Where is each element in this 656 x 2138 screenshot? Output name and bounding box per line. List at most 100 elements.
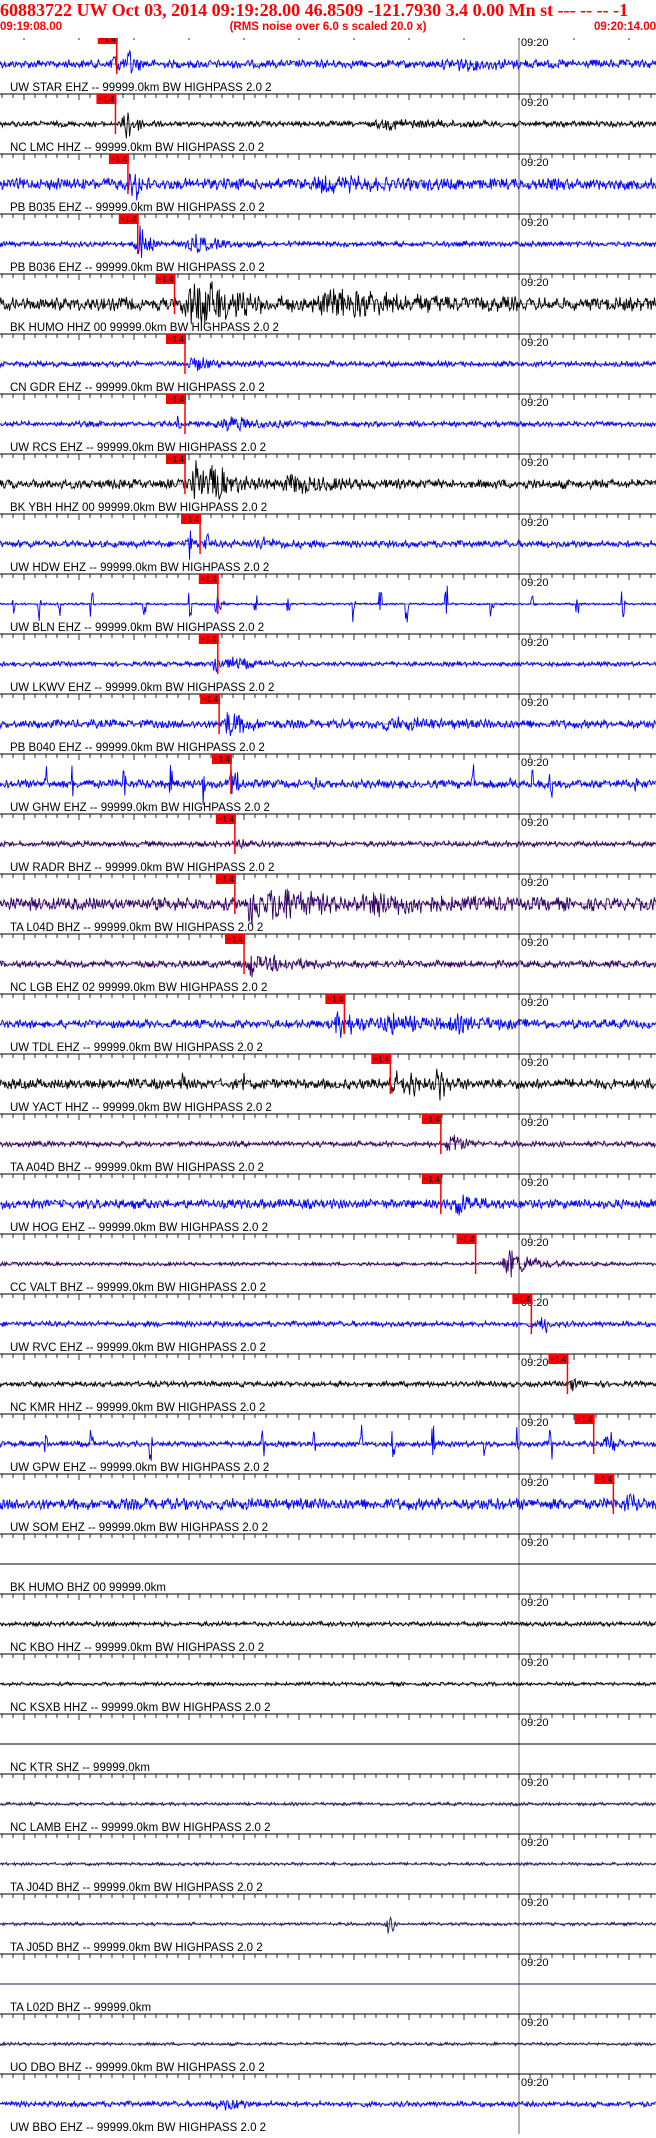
pick-label: ~1.4 xyxy=(577,1415,593,1424)
trace: 09:20 TA J04D BHZ -- 99999.0km BW HIGHPAS… xyxy=(0,1833,656,1894)
trace: 09:20 ~1.4 UW SOM EHZ -- 99999.0km BW HIGH… xyxy=(0,1473,656,1534)
tick-label: 09:20 xyxy=(521,1777,549,1789)
trace: 09:20 ~1.4 TA L04D BHZ -- 99999.0km BW HIG… xyxy=(0,873,656,934)
tick-label: 09:20 xyxy=(521,157,549,169)
waveform xyxy=(0,585,656,623)
trace: 09:20 ~1.4 UW GHW EHZ -- 99999.0km BW HIGH… xyxy=(0,753,656,814)
station-label: BK YBH HHZ 00 99999.0km BW HIGHPASS 2.0 … xyxy=(10,502,267,514)
tick-label: 09:20 xyxy=(521,817,549,829)
tick-label: 09:20 xyxy=(521,38,549,49)
station-label: BK HUMO HHZ 00 99999.0km BW HIGHPASS 2.0… xyxy=(10,322,279,334)
waveform xyxy=(0,225,656,258)
pick-label: ~1.4 xyxy=(596,1475,612,1484)
station-label: NC KSXB HHZ -- 99999.0km BW HIGHPASS 2.0… xyxy=(10,1702,271,1714)
pick-label: ~1.4 xyxy=(111,155,127,164)
station-label: UW GHW EHZ -- 99999.0km BW HIGHPASS 2.0 … xyxy=(10,802,270,814)
trace: 09:20 ~1.4 UW HOG EHZ -- 99999.0km BW HIGH… xyxy=(0,1173,656,1234)
waveform xyxy=(0,415,656,433)
tick-label: 09:20 xyxy=(521,577,549,589)
tick-label: 09:20 xyxy=(521,457,549,469)
trace: 09:20 UW BBO EHZ -- 99999.0km BW HIGHPASS… xyxy=(0,2073,656,2134)
pick-label: ~1.4 xyxy=(227,935,243,944)
pick-label: ~1.4 xyxy=(168,395,184,404)
station-label: UW RCS EHZ -- 99999.0km BW HIGHPASS 2.0 … xyxy=(10,442,266,454)
trace: 09:20 ~1.4 NC KMR HHZ -- 99999.0km BW HIGH… xyxy=(0,1353,656,1414)
waveform xyxy=(0,281,656,325)
waveform xyxy=(0,173,656,201)
station-label: TA A04D BHZ -- 99999.0km BW HIGHPASS 2.0… xyxy=(10,1162,264,1174)
trace: 09:20 NC KTR SHZ -- 99999.0km xyxy=(0,1713,656,1774)
pick-label: ~1.4 xyxy=(201,635,217,644)
pick-label: ~1.4 xyxy=(459,1235,475,1244)
tick-label: 09:20 xyxy=(521,1537,549,1549)
pick-label: ~1.4 xyxy=(550,1355,566,1364)
tick-label: 09:20 xyxy=(521,1417,549,1429)
pick-label: ~1.4 xyxy=(514,1295,530,1304)
waveform xyxy=(0,954,656,978)
waveform xyxy=(0,1424,656,1461)
tick-label: 09:20 xyxy=(521,697,549,709)
trace: 09:20 ~1.4 UW LKWV EHZ -- 99999.0km BW HIG… xyxy=(0,633,656,694)
tick-label: 09:20 xyxy=(521,1177,549,1189)
pick-label: ~1.4 xyxy=(121,215,137,224)
pick-label: ~1.4 xyxy=(168,335,184,344)
station-label: NC LGB EHZ 02 99999.0km BW HIGHPASS 2.0 … xyxy=(10,982,267,994)
pick-label: ~1.4 xyxy=(183,515,199,524)
station-label: UW HDW EHZ -- 99999.0km BW HIGHPASS 2.0 … xyxy=(10,562,269,574)
station-label: BK HUMO BHZ 00 99999.0km xyxy=(10,1582,166,1594)
station-label: UW TDL EHZ -- 99999.0km BW HIGHPASS 2.0 … xyxy=(10,1042,263,1054)
waveform xyxy=(0,1317,656,1334)
station-label: UW LKWV EHZ -- 99999.0km BW HIGHPASS 2.0… xyxy=(10,682,274,694)
station-label: PB B035 EHZ -- 99999.0km BW HIGHPASS 2.0… xyxy=(10,202,265,214)
waveform xyxy=(0,1680,656,1688)
waveform xyxy=(0,1068,656,1101)
waveform xyxy=(0,2099,656,2111)
station-label: UW STAR EHZ -- 99999.0km BW HIGHPASS 2.0… xyxy=(10,82,272,94)
trace: 09:20 ~1.4 UW RADR BHZ -- 99999.0km BW HIG… xyxy=(0,813,656,874)
trace: 09:20 ~1.4 PB B036 EHZ -- 99999.0km BW HIG… xyxy=(0,213,656,274)
tick-label: 09:20 xyxy=(521,1837,549,1849)
station-label: UW GPW EHZ -- 99999.0km BW HIGHPASS 2.0 … xyxy=(10,1462,269,1474)
tick-label: 09:20 xyxy=(521,877,549,889)
trace: 09:20 UO DBO BHZ -- 99999.0km BW HIGHPASS… xyxy=(0,2013,656,2074)
station-label: NC LAMB EHZ -- 99999.0km BW HIGHPASS 2.0… xyxy=(10,1822,271,1834)
tick-label: 09:20 xyxy=(521,1717,549,1729)
waveform xyxy=(0,1378,656,1392)
tick-label: 09:20 xyxy=(521,217,549,229)
rms-noise-note: (RMS noise over 6.0 s scaled 20.0 x) xyxy=(229,21,427,33)
station-label: UW HOG EHZ -- 99999.0km BW HIGHPASS 2.0 … xyxy=(10,1222,268,1234)
waveform xyxy=(0,1011,656,1039)
station-label: UW RVC EHZ -- 99999.0km BW HIGHPASS 2.0 … xyxy=(10,1342,266,1354)
tick-label: 09:20 xyxy=(521,1117,549,1129)
trace: 09:20 ~1.4 CN GDR EHZ -- 99999.0km BW HIGH… xyxy=(0,333,656,394)
tick-label: 09:20 xyxy=(521,997,549,1009)
waveform xyxy=(0,1916,656,1934)
station-label: NC KMR HHZ -- 99999.0km BW HIGHPASS 2.0 … xyxy=(10,1402,265,1414)
trace: 09:20 ~1.4 UW YACT HHZ -- 99999.0km BW HIG… xyxy=(0,1053,656,1114)
waveform xyxy=(0,1194,656,1216)
station-label: CC VALT BHZ -- 99999.0km BW HIGHPASS 2.0… xyxy=(10,1282,266,1294)
header: 60883722 UW Oct 03, 2014 09:19:28.00 46.… xyxy=(0,0,656,38)
waveform xyxy=(0,1134,656,1151)
tick-label: 09:20 xyxy=(521,1057,549,1069)
pick-label: ~1.4 xyxy=(100,38,116,44)
tick-label: 09:20 xyxy=(521,1477,549,1489)
station-label: PB B036 EHZ -- 99999.0km BW HIGHPASS 2.0… xyxy=(10,262,265,274)
end-time-label: 09:20:14.00 xyxy=(593,21,656,33)
pick-label: ~1.4 xyxy=(327,995,343,1004)
trace: 09:20 TA J05D BHZ -- 99999.0km BW HIGHPAS… xyxy=(0,1893,656,1954)
waveform xyxy=(0,530,656,560)
tick-label: 09:20 xyxy=(521,337,549,349)
station-label: UW SOM EHZ -- 99999.0km BW HIGHPASS 2.0 … xyxy=(10,1522,268,1534)
station-label: NC KTR SHZ -- 99999.0km xyxy=(10,1762,150,1774)
trace: 09:20~1.4UW RVC EHZ -- 99999.0km BW HIGH… xyxy=(0,1293,656,1354)
tick-label: 09:20 xyxy=(521,2077,549,2089)
station-label: TA J05D BHZ -- 99999.0km BW HIGHPASS 2.0… xyxy=(10,1942,263,1954)
tick-label: 09:20 xyxy=(521,1237,549,1249)
station-label: PB B040 EHZ -- 99999.0km BW HIGHPASS 2.0… xyxy=(10,742,265,754)
tick-label: 09:20 xyxy=(521,97,549,109)
trace: 09:20 ~1.4 NC LGB EHZ 02 99999.0km BW HIGH… xyxy=(0,933,656,994)
pick-label: ~1.4 xyxy=(201,575,217,584)
waveform xyxy=(0,49,656,74)
pick-label: ~1.4 xyxy=(98,95,114,104)
